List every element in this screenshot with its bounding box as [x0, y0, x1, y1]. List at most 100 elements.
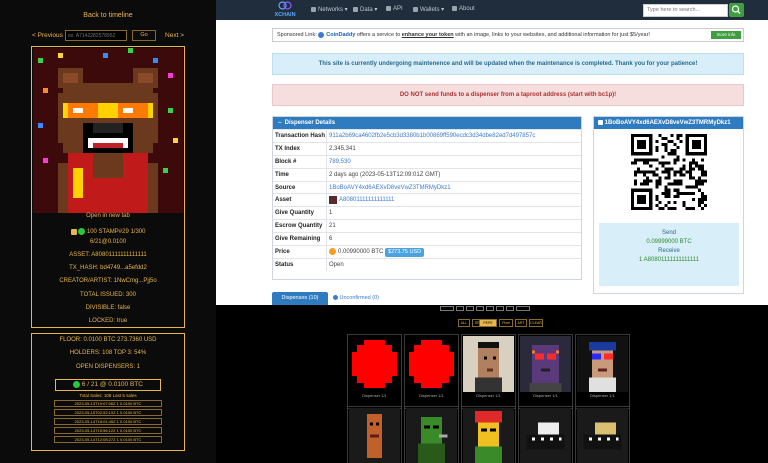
detail-key: Time [275, 171, 289, 178]
nav-api[interactable]: API [386, 6, 403, 12]
sale-row[interactable]: 2023-05-14T12:08:27Z 1 0.0100 BTC [54, 436, 162, 443]
nav-api-label: API [393, 6, 403, 13]
sponsor-link[interactable]: enhance your token [402, 32, 454, 38]
stamp-tile[interactable] [461, 406, 516, 463]
filter-clear[interactable]: CLEAR [529, 319, 543, 327]
detail-row: TX Index 2,345,341 [273, 141, 581, 155]
sale-row[interactable]: 2023-05-15T02:52:19Z 1 0.0100 BTC [54, 409, 162, 416]
detail-key: Asset [275, 197, 292, 204]
sale-row[interactable]: 2023-05-14T18:01:45Z 1 0.0100 BTC [54, 418, 162, 425]
nav-about-label: About [459, 6, 475, 13]
stamp-tile[interactable] [404, 406, 459, 463]
detail-value[interactable]: A80801111111111111 [329, 194, 394, 206]
stamp-tile[interactable]: Dispenser 1/1 [347, 334, 402, 409]
nav-about[interactable]: About [452, 6, 475, 12]
detail-row: Escrow Quantity 21 [273, 219, 581, 233]
detail-value[interactable]: 1BoBoAVY4xd6AEXvD8veVwZ3TMRMyDkz1 [329, 182, 451, 194]
search-button[interactable] [729, 3, 744, 17]
detail-value: 2 days ago (2023-05-13T12:09:01Z GMT) [329, 169, 440, 181]
locked-line: LOCKED: true [88, 318, 128, 324]
stamp-tile[interactable] [347, 406, 402, 463]
detail-value-text: 911a2b69ca4602fb2e5cb3d3380b1b00869ff590… [329, 133, 536, 139]
page-button[interactable] [506, 306, 514, 311]
tab-dispenses[interactable]: Dispenses (10) [272, 292, 328, 305]
detail-value-text: 2,345,341 [329, 145, 356, 152]
page-button[interactable] [466, 306, 474, 311]
xchain-logo[interactable]: XCHAIN [271, 1, 299, 19]
page-button[interactable] [476, 306, 484, 311]
page-button[interactable] [486, 306, 494, 311]
stamp-tile[interactable]: Dispenser 1/1 [518, 334, 573, 409]
dispenser-qr-panel: 1BoBoAVY4xd6AEXvD8veVwZ3TMRMyDkz1 Send 0… [593, 116, 744, 294]
code-icon [386, 6, 391, 11]
open-in-new-tab-link[interactable]: Open in new tab [32, 213, 184, 219]
page-button[interactable] [456, 306, 464, 311]
detail-value-text: 1 [329, 210, 333, 217]
detail-key: Block # [275, 158, 297, 165]
qr-panel-header: 1BoBoAVY4xd6AEXvD8veVwZ3TMRMyDkz1 [594, 117, 743, 129]
nav-data[interactable]: Data ▾ [353, 6, 377, 13]
dispenser-details-rows: Transaction Hash 911a2b69ca4602fb2e5cb3d3… [273, 129, 581, 271]
sponsor-brand[interactable]: CoinDaddy [326, 32, 355, 38]
last-sales-title: Total Sales: 108 Last 5 sales [79, 393, 137, 398]
filter-art[interactable]: ART [515, 319, 527, 327]
filter-pepe[interactable]: PEPE [479, 319, 497, 327]
info-icon [452, 6, 457, 11]
go-button[interactable]: Go [132, 30, 156, 41]
sale-row[interactable]: 2023-05-13T19:07:06Z 1 0.0100 BTC [54, 400, 162, 407]
stamp-status-row: 100 STAMP#29 1/300 [32, 228, 184, 235]
stamp-tile[interactable]: Dispenser 1/1 [404, 334, 459, 409]
xchain-page: XCHAIN Networks ▾ Data ▾ API Wallets ▾ A… [216, 0, 768, 305]
more-info-button[interactable]: more info [711, 31, 741, 39]
detail-row: Asset A80801111111111111 [273, 193, 581, 207]
stamp-tile[interactable]: Dispenser 1/1 [461, 334, 516, 409]
stamp-tile[interactable] [518, 406, 573, 463]
stamp-caption: Dispenser 1/1 [476, 393, 501, 398]
wallet-icon [413, 6, 418, 12]
stamp-caption: Dispenser 1/1 [590, 393, 615, 398]
detail-value[interactable]: 911a2b69ca4602fb2e5cb3d3380b1b00869ff590… [329, 130, 535, 142]
detail-value: 2,345,341 [329, 143, 356, 155]
stamp-search-input[interactable] [65, 30, 127, 41]
buy-dispenser-button[interactable]: 6 / 21 @ 0.0100 BTC [55, 379, 161, 391]
next-link[interactable]: Next > [165, 32, 184, 39]
detail-value: 6 [329, 233, 332, 245]
detail-value: 0.00990000 BTC $273.75 USD [329, 246, 425, 258]
page-button[interactable] [440, 306, 454, 311]
site-search-input[interactable]: Type here to search... [643, 4, 728, 17]
previous-link[interactable]: < Previous [32, 32, 63, 39]
stamp-grid: ALL SRC-20 PEPE Pixel ART CLEAR Dispense… [216, 305, 768, 463]
bitcoin-icon [329, 247, 336, 255]
page-button[interactable] [496, 306, 504, 311]
tx-hash-line[interactable]: TX_HASH: bd4749...a5efdd2 [32, 265, 184, 271]
detail-value-text: 1BoBoAVY4xd6AEXvD8veVwZ3TMRMyDkz1 [329, 184, 451, 191]
pagination-bar [216, 306, 768, 312]
page-button[interactable] [516, 306, 530, 311]
creator-line[interactable]: CREATOR/ARTIST: 1NwCmg...Pjj5o [32, 278, 184, 284]
detail-key: Give Quantity [275, 210, 315, 217]
detail-key: Status [275, 261, 294, 268]
send-value: 0.09999000 BTC [646, 239, 692, 245]
detail-row: Give Quantity 1 [273, 206, 581, 220]
qr-address[interactable]: 1BoBoAVY4xd6AEXvD8veVwZ3TMRMyDkz1 [605, 120, 731, 126]
detail-value-text: Open [329, 261, 344, 268]
sale-row[interactable]: 2023-05-14T15:56:12Z 1 0.0100 BTC [54, 427, 162, 434]
detail-row: Block # 789,530 [273, 154, 581, 168]
back-to-timeline-link[interactable]: Back to timeline [0, 12, 216, 19]
stamp-sidebar: Back to timeline < Previous Go Next > [0, 0, 216, 463]
tab-unconfirmed[interactable]: Unconfirmed (0) [333, 292, 393, 305]
detail-value[interactable]: 789,530 [329, 156, 351, 168]
filter-pixel[interactable]: Pixel [499, 319, 513, 327]
coindaddy-icon [318, 31, 325, 38]
filter-all[interactable]: ALL [458, 319, 470, 327]
nav-wallets[interactable]: Wallets ▾ [413, 6, 444, 13]
stamp-tile[interactable] [575, 406, 630, 463]
search-icon [731, 5, 741, 14]
asset-line[interactable]: ASSET: A80801111111111111 [32, 252, 184, 258]
nav-networks[interactable]: Networks ▾ [311, 6, 348, 13]
stamp-status-text: 100 STAMP#29 1/300 [86, 229, 146, 236]
stamp-date-line: 6/21@0.0100 [89, 239, 127, 245]
detail-value: Open [329, 259, 344, 271]
send-receive-box: Send 0.09999000 BTC Receive 1 A808011111… [599, 223, 739, 286]
stamp-tile[interactable]: Dispenser 1/1 [575, 334, 630, 409]
